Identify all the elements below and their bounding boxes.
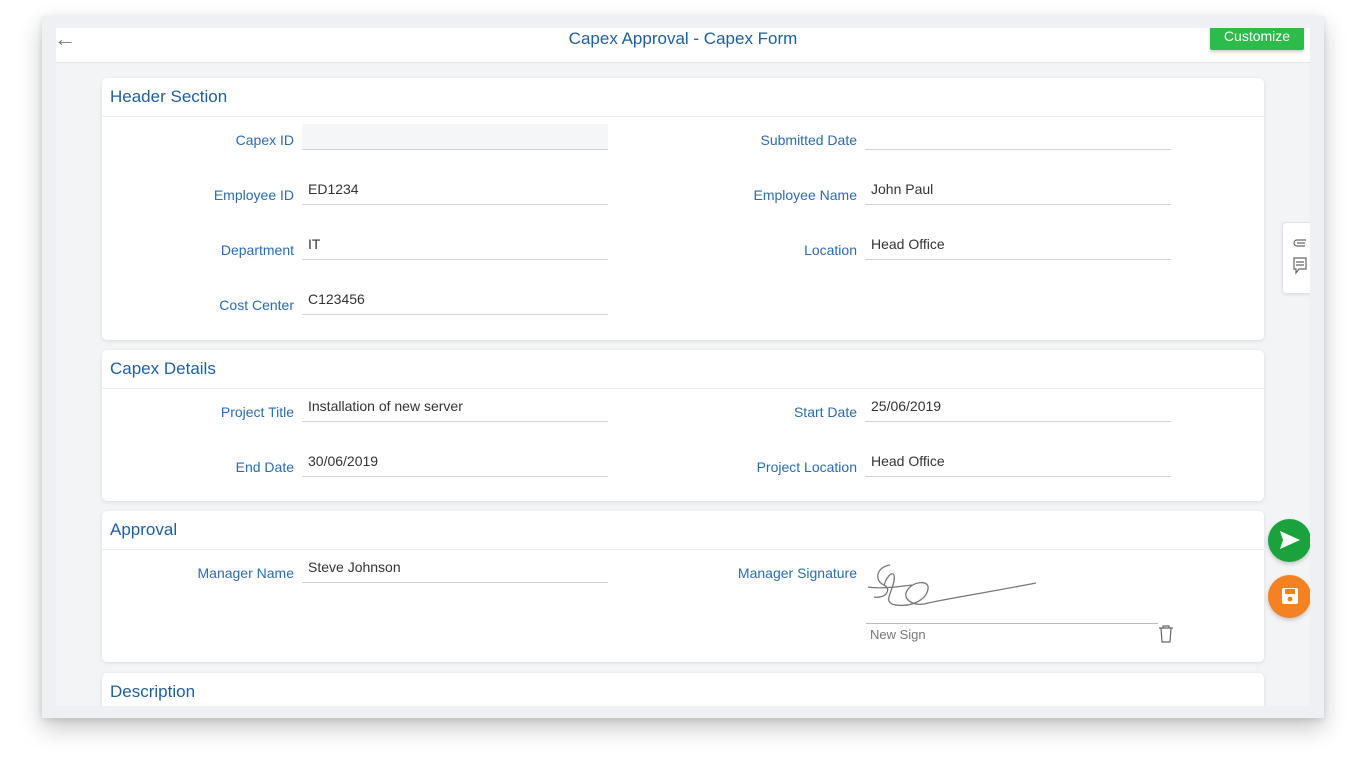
end-date-input[interactable]: 30/06/2019 bbox=[302, 451, 608, 477]
section-title: Header Section bbox=[102, 78, 1264, 117]
paperclip-icon[interactable] bbox=[1293, 235, 1307, 251]
capex-id-label: Capex ID bbox=[235, 132, 294, 148]
signature-drawing bbox=[867, 564, 1037, 607]
top-bar: ← Capex Approval - Capex Form Customize bbox=[56, 28, 1310, 63]
project-title-label: Project Title bbox=[220, 404, 294, 420]
employee-id-input[interactable]: ED1234 bbox=[302, 179, 608, 205]
project-location-input[interactable]: Head Office bbox=[865, 451, 1171, 477]
start-date-input[interactable]: 25/06/2019 bbox=[865, 396, 1171, 422]
submitted-date-label: Submitted Date bbox=[760, 132, 858, 148]
customize-button[interactable]: Customize bbox=[1210, 28, 1304, 50]
project-title-input[interactable]: Installation of new server bbox=[302, 396, 608, 422]
location-label: Location bbox=[804, 242, 857, 258]
page-title: Capex Approval - Capex Form bbox=[568, 29, 798, 48]
capex-details-section: Capex Details Project Title Installation… bbox=[102, 350, 1264, 501]
cost-center-label: Cost Center bbox=[219, 297, 294, 313]
approval-section: Approval Manager Name Steve Johnson Mana… bbox=[102, 511, 1264, 662]
department-input[interactable]: IT bbox=[302, 234, 608, 260]
section-title: Approval bbox=[102, 511, 1264, 550]
manager-name-input[interactable]: Steve Johnson bbox=[302, 557, 608, 583]
manager-signature-label: Manager Signature bbox=[737, 565, 857, 581]
start-date-label: Start Date bbox=[793, 404, 857, 420]
end-date-label: End Date bbox=[235, 459, 294, 475]
send-icon[interactable] bbox=[1268, 519, 1310, 562]
employee-id-label: Employee ID bbox=[213, 187, 294, 203]
submitted-date-input[interactable] bbox=[865, 124, 1171, 150]
comment-icon[interactable] bbox=[1293, 257, 1307, 278]
project-location-label: Project Location bbox=[756, 459, 857, 475]
capex-id-input[interactable] bbox=[302, 124, 608, 150]
side-panel-tab[interactable] bbox=[1282, 222, 1310, 294]
signature-pad[interactable] bbox=[866, 563, 1158, 624]
section-title: Description bbox=[102, 673, 1264, 706]
floppy-disk-icon[interactable] bbox=[1268, 575, 1310, 618]
employee-name-input[interactable]: John Paul bbox=[865, 179, 1171, 205]
header-section: Header Section Capex ID Submitted Date E… bbox=[102, 78, 1264, 340]
manager-name-label: Manager Name bbox=[197, 565, 295, 581]
employee-name-label: Employee Name bbox=[753, 187, 858, 203]
section-title: Capex Details bbox=[102, 350, 1264, 389]
new-sign-label[interactable]: New Sign bbox=[870, 627, 926, 642]
cost-center-input[interactable]: C123456 bbox=[302, 289, 608, 315]
description-section: Description bbox=[102, 673, 1264, 706]
trash-icon[interactable] bbox=[1158, 625, 1174, 643]
location-input[interactable]: Head Office bbox=[865, 234, 1171, 260]
department-label: Department bbox=[220, 242, 294, 258]
app-container: ← Capex Approval - Capex Form Customize … bbox=[56, 28, 1310, 706]
